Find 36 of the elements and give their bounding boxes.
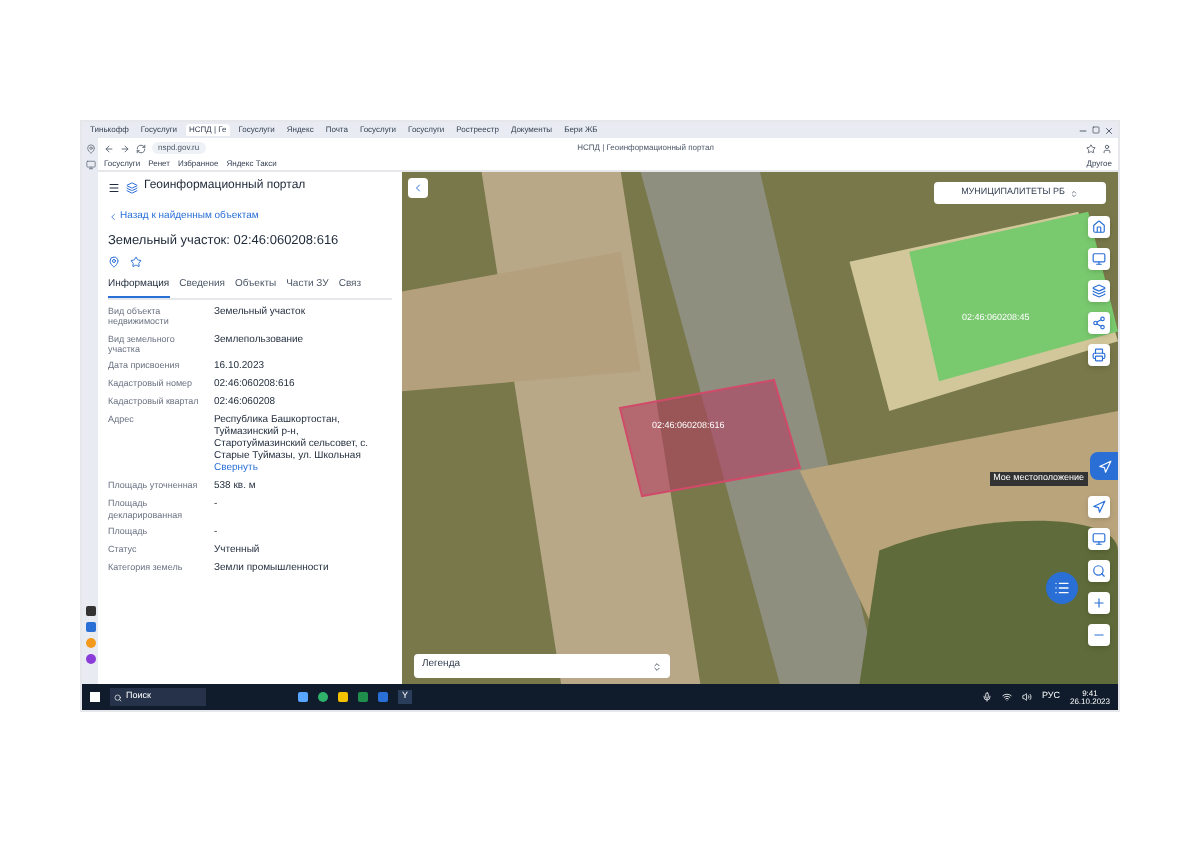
location-button[interactable] [1090,452,1118,480]
monitor-icon[interactable] [1088,528,1110,550]
share-icon[interactable] [1088,312,1110,334]
home-icon[interactable] [1088,216,1110,238]
wifi-icon [1001,692,1012,702]
back-chevron-icon [108,212,118,223]
pin-icon[interactable] [85,144,95,154]
monitor-icon[interactable] [85,160,95,170]
start-icon[interactable] [90,692,100,702]
microphone-icon [981,692,992,702]
menu-icon[interactable] [108,181,120,193]
volume-icon [1021,692,1032,702]
locate-icon[interactable] [108,256,120,269]
parcel-outline[interactable] [618,378,802,498]
caret-icon [652,661,662,671]
layers-icon[interactable] [1088,280,1110,302]
favorite-icon[interactable] [1086,143,1096,153]
zoom-in-icon[interactable] [1088,592,1110,614]
reload-icon[interactable] [136,143,146,153]
collapse-panel-button[interactable] [408,178,428,198]
zoom-out-icon[interactable] [1088,624,1110,646]
chevron-left-icon [412,182,424,194]
navigation-icon[interactable] [1088,496,1110,518]
monitor-icon[interactable] [1088,248,1110,270]
minimize-icon[interactable] [1078,125,1088,135]
search-icon [114,693,122,701]
logo-icon [126,181,138,193]
maximize-icon[interactable] [1092,126,1100,134]
list-icon [1054,580,1070,596]
favorite-icon[interactable] [130,256,142,269]
search-icon[interactable] [1088,560,1110,582]
profile-icon[interactable] [1102,143,1112,153]
print-icon[interactable] [1088,344,1110,366]
forward-icon[interactable] [120,143,130,153]
back-icon[interactable] [104,143,114,153]
location-arrow-icon [1097,459,1111,473]
